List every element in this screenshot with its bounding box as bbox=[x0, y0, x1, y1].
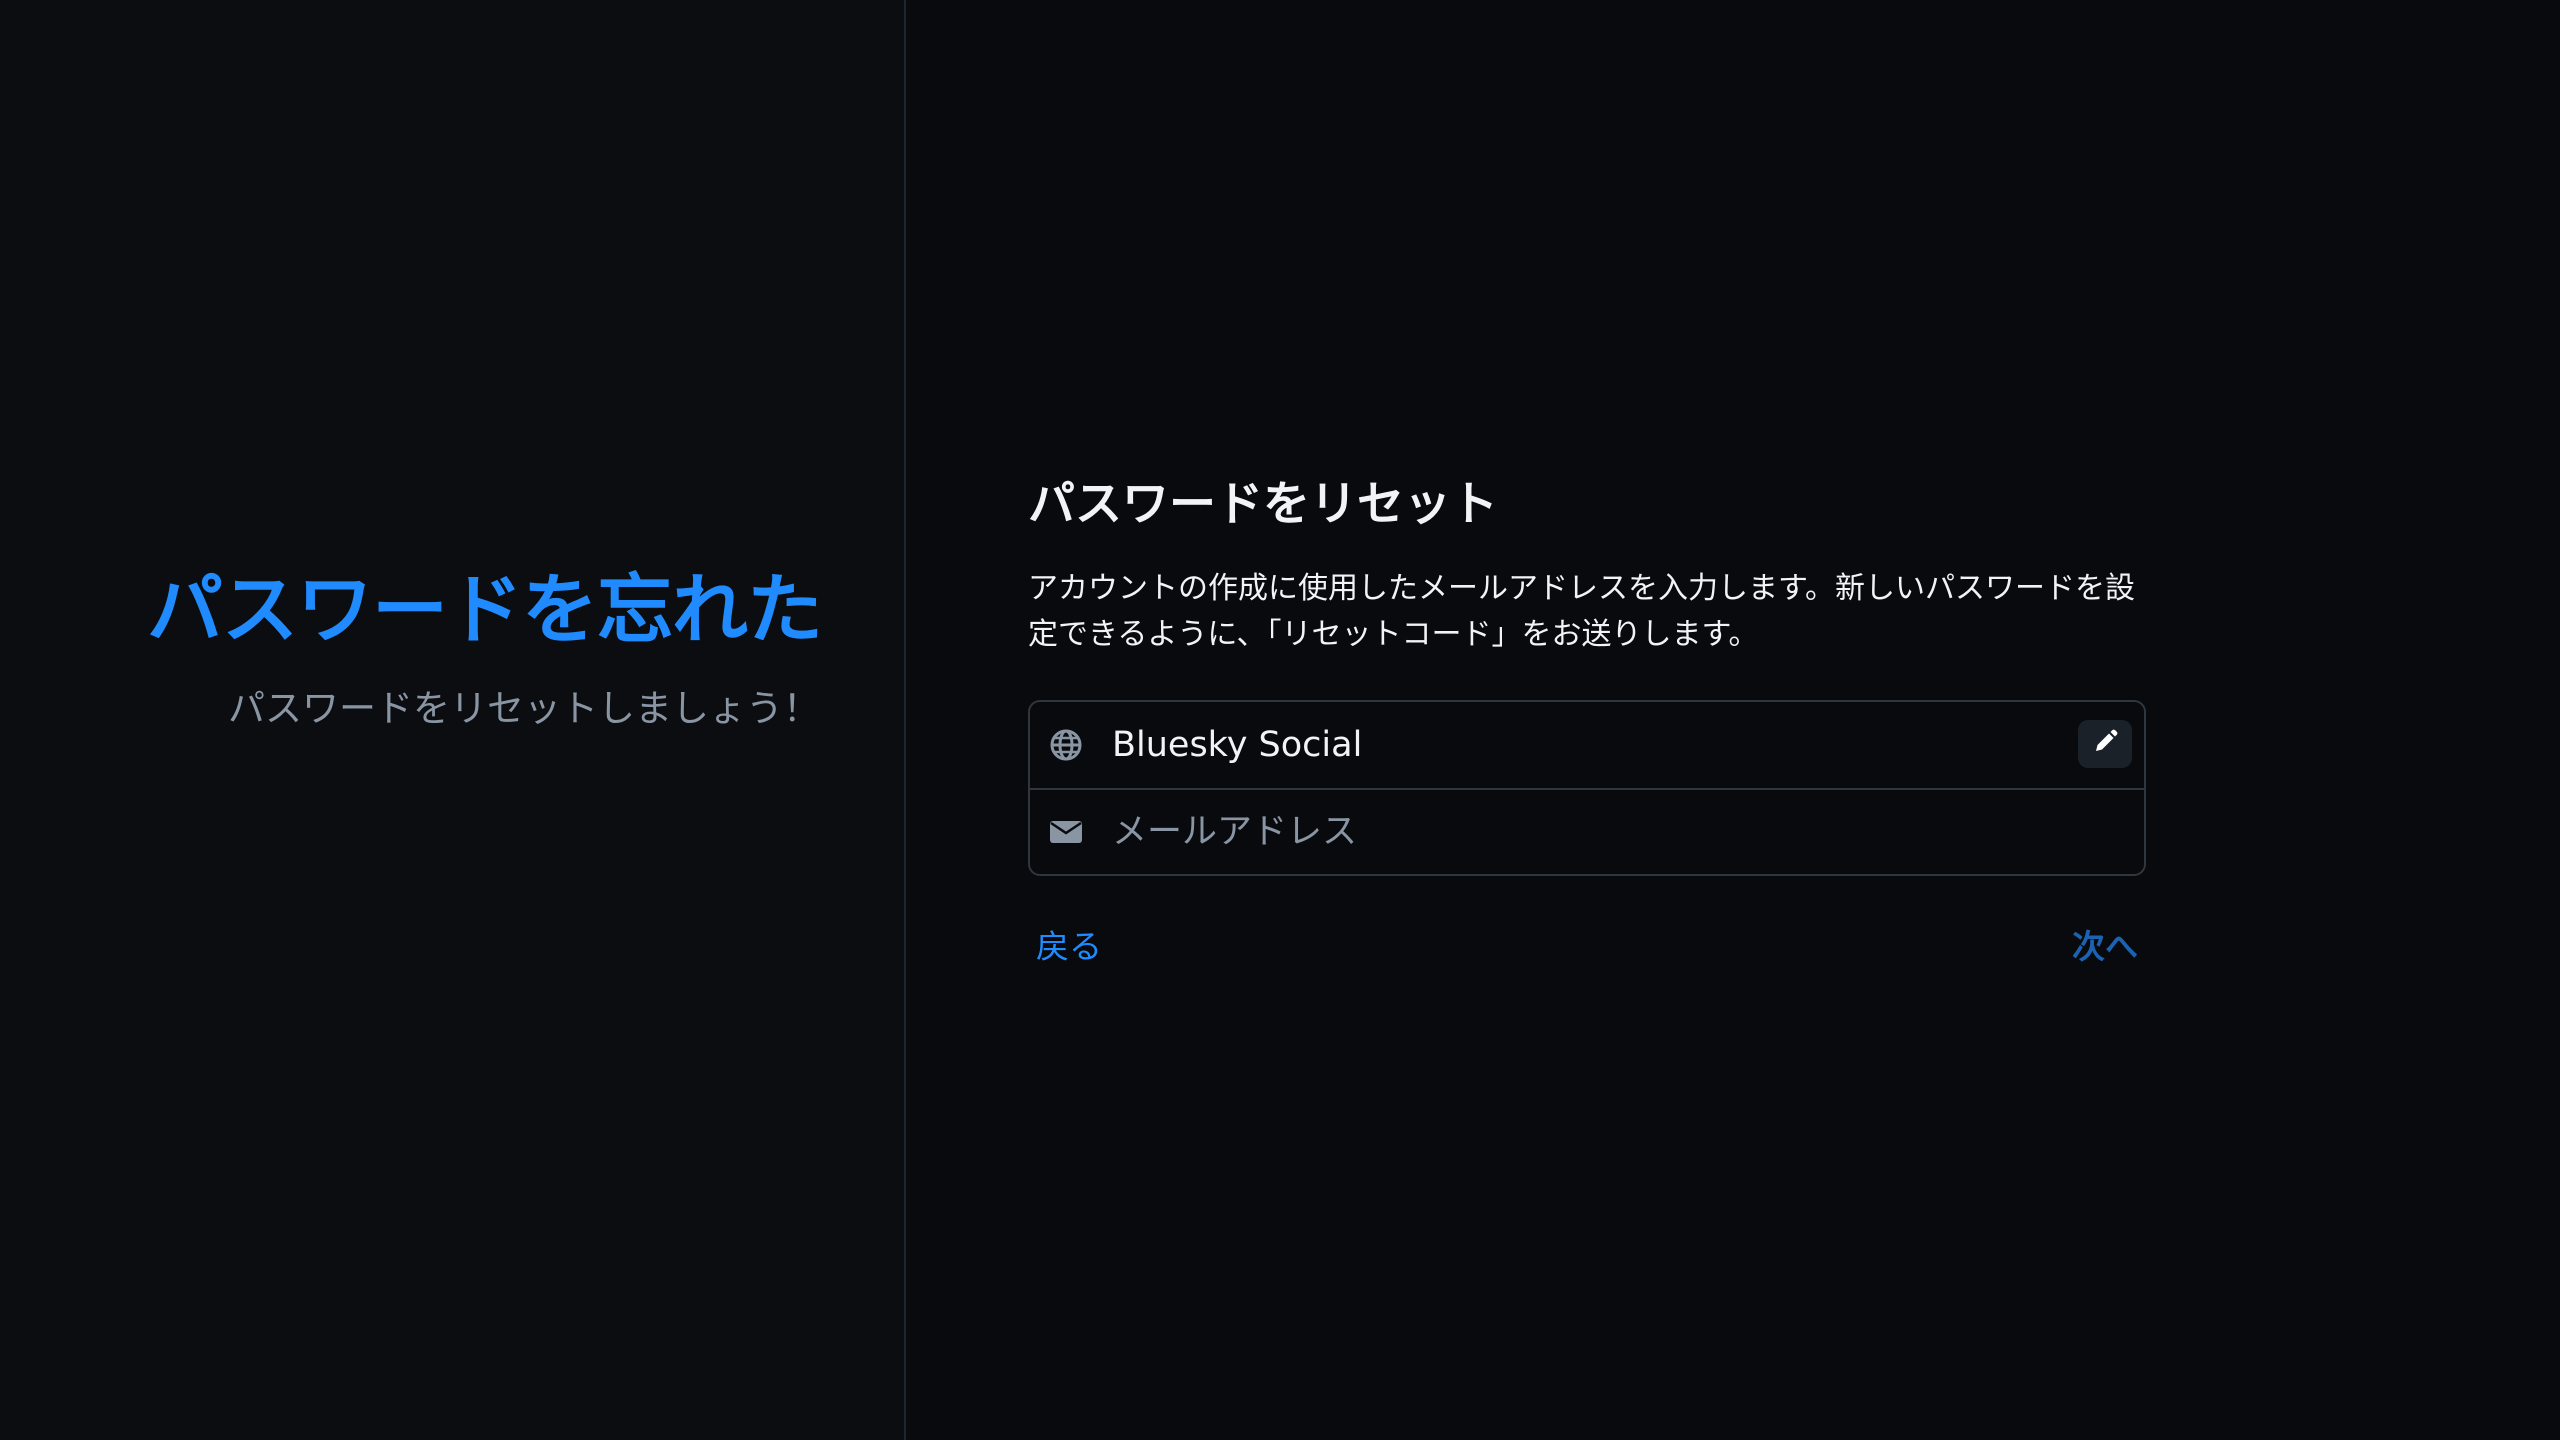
forgot-password-page: パスワードを忘れた パスワードをリセットしましょう！ パスワードをリセット アカ… bbox=[0, 0, 2560, 1440]
email-field[interactable] bbox=[1030, 788, 2144, 874]
form-actions: 戻る 次へ bbox=[1028, 914, 2146, 974]
envelope-icon bbox=[1048, 814, 1084, 850]
page-title: パスワードを忘れた bbox=[147, 565, 823, 654]
edit-hosting-provider-button[interactable] bbox=[2078, 720, 2132, 768]
pencil-icon bbox=[2092, 729, 2118, 759]
form-title: パスワードをリセット bbox=[1028, 477, 1498, 532]
reset-password-form: パスワードをリセット アカウントの作成に使用したメールアドレスを入力します。新し… bbox=[1028, 470, 2146, 974]
globe-icon bbox=[1048, 727, 1084, 763]
next-button[interactable]: 次へ bbox=[2072, 920, 2138, 968]
email-input[interactable] bbox=[1112, 802, 2144, 862]
back-button[interactable]: 戻る bbox=[1036, 920, 1102, 968]
form-description: アカウントの作成に使用したメールアドレスを入力します。新しいパスワードを設定でき… bbox=[1028, 571, 2135, 652]
left-panel: パスワードを忘れた パスワードをリセットしましょう！ bbox=[0, 0, 906, 1440]
page-subtitle: パスワードをリセットしましょう！ bbox=[228, 687, 820, 730]
hosting-provider-field[interactable]: Bluesky Social bbox=[1030, 702, 2144, 788]
hosting-provider-value: Bluesky Social bbox=[1112, 725, 1363, 765]
field-group: Bluesky Social bbox=[1028, 700, 2146, 876]
